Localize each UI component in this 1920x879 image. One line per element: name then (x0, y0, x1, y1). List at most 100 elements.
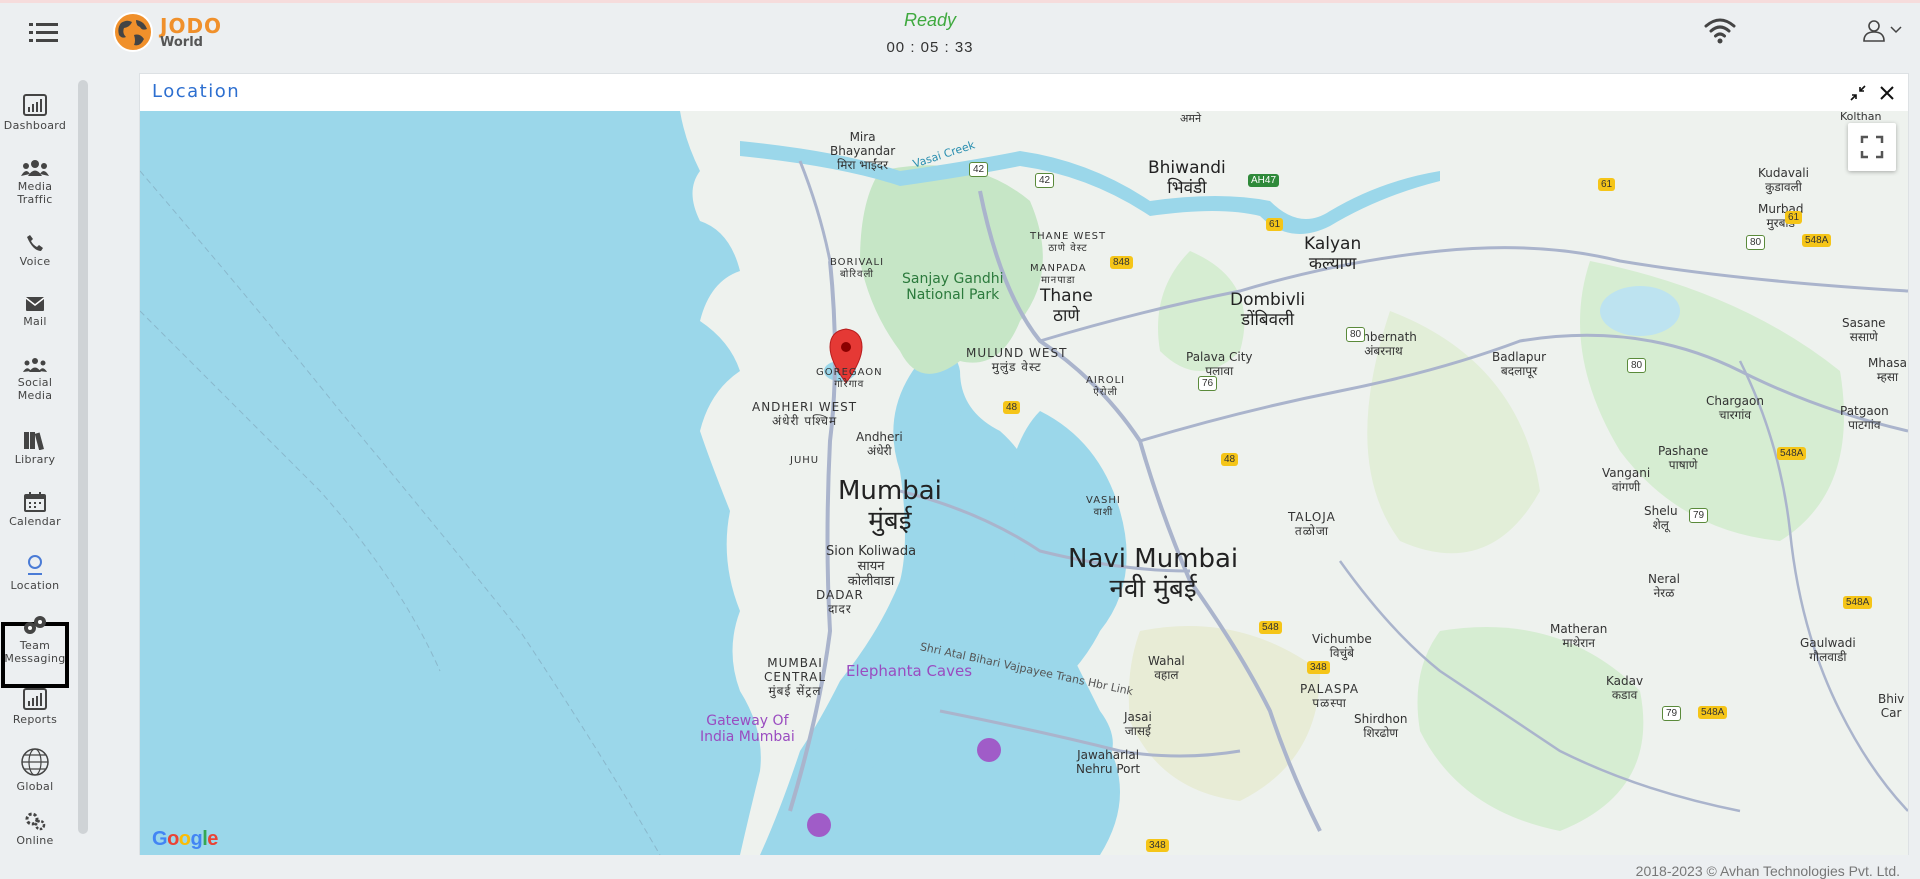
map-label-amane: अमने (1180, 112, 1202, 125)
session-timer: 00 : 05 : 33 (886, 39, 974, 56)
map-label-manpada: MANPADA मानपाडा (1030, 263, 1087, 286)
map-label-patgaon: Patgaon पाटगांव (1840, 404, 1889, 432)
close-icon[interactable] (1878, 84, 1896, 102)
sidebar-label-voice: Voice (19, 255, 51, 268)
team-messaging-icon (24, 616, 46, 634)
google-attribution: Google (152, 828, 218, 850)
road-shield: 48 (1003, 401, 1021, 414)
map-label-thane-west: THANE WEST ठाणे वेस्ट (1030, 231, 1107, 254)
gear-icon (25, 812, 46, 831)
chevron-down-icon (1890, 26, 1902, 34)
road-shield: 76 (1198, 376, 1218, 391)
road-shield: 848 (1110, 256, 1133, 269)
globe-logo-icon (113, 12, 153, 52)
map-label-navi-mumbai: Navi Mumbai नवी मुंबई (1068, 544, 1239, 604)
road-shield: 80 (1627, 358, 1647, 373)
mail-icon (25, 297, 45, 311)
map-label-juhu: JUHU (790, 455, 820, 466)
road-shield: 548A (1698, 706, 1728, 719)
user-menu[interactable] (1862, 18, 1902, 42)
logo-title: JODO (160, 13, 223, 38)
panel-title: Location (152, 81, 241, 102)
map-label-sgnp: Sanjay Gandhi National Park (902, 271, 1004, 304)
sidebar-scrollbar[interactable] (78, 80, 88, 834)
map-label-neral: Neral नेरळ (1648, 572, 1680, 600)
map-label-palaspa: PALASPA पळस्पा (1300, 682, 1360, 710)
map-label-vichumbe: Vichumbe विचुंबे (1312, 632, 1372, 660)
fullscreen-button[interactable] (1848, 123, 1896, 171)
sidebar-label-calendar: Calendar (9, 515, 61, 528)
map-label-mumbai: Mumbai मुंबई (838, 476, 942, 536)
fullscreen-icon (1860, 135, 1884, 159)
map-label-vangani: Vangani वांगणी (1602, 466, 1651, 494)
user-icon (1863, 20, 1885, 42)
sidebar-label-team-messaging: Team Messaging (4, 639, 66, 665)
road-shield: 548 (1259, 621, 1282, 634)
sidebar-item-online[interactable]: Online (0, 811, 70, 847)
sidebar-label-online: Online (16, 834, 54, 847)
map-label-mira: Mira Bhayandar मिरा भाईंदर (830, 130, 896, 172)
phone-icon (27, 235, 43, 251)
map-label-bhiv: Bhiv Car (1878, 692, 1905, 720)
footer-copyright: 2018-2023 © Avhan Technologies Pvt. Ltd. (1635, 863, 1900, 879)
sidebar-item-mail[interactable]: Mail (0, 296, 70, 328)
map-label-mumbai-central: MUMBAI CENTRAL मुंबई सेंट्रल (764, 656, 827, 698)
map-view[interactable]: Mira Bhayandar मिरा भाईंदर Vasai Creek B… (140, 111, 1908, 855)
reports-icon (23, 688, 47, 710)
location-icon (28, 555, 42, 575)
road-shield: 348 (1307, 661, 1330, 674)
road-shield: 548A (1843, 596, 1873, 609)
map-label-matheran: Matheran माथेरान (1550, 622, 1608, 650)
map-label-jawaharlal: Jawaharlal Nehru Port (1076, 748, 1141, 776)
map-label-taloja: TALOJA तळोजा (1288, 510, 1336, 538)
globe-icon (21, 748, 49, 776)
sidebar-item-team-messaging[interactable]: Team Messaging (0, 614, 70, 665)
map-label-mhasa: Mhasa म्हसा (1868, 356, 1907, 384)
sidebar-item-voice[interactable]: Voice (0, 234, 70, 268)
map-label-kudavali: Kudavali कुडावली (1758, 166, 1809, 194)
sidebar-item-calendar[interactable]: Calendar (0, 492, 70, 528)
sidebar-item-media-traffic[interactable]: Media Traffic (0, 159, 70, 206)
road-shield: 61 (1785, 211, 1803, 224)
map-label-sasane: Sasane ससाणे (1842, 316, 1886, 344)
minimize-icon[interactable] (1849, 84, 1867, 102)
road-shield: AH47 (1248, 174, 1280, 187)
map-label-pashane: Pashane पाषाणे (1658, 444, 1709, 472)
road-shield: 548A (1802, 234, 1832, 247)
hamburger-menu-icon[interactable] (27, 19, 61, 47)
app-logo: JODO World (112, 11, 222, 53)
map-label-vashi: VASHI वाशी (1086, 495, 1121, 518)
sidebar-label-mail: Mail (23, 315, 47, 328)
map-label-dombivli: Dombivli डोंबिवली (1230, 290, 1306, 330)
map-label-sion: Sion Koliwada सायन कोलीवाडा (826, 544, 917, 589)
road-shield: 348 (1146, 839, 1169, 852)
map-label-bhiwandi: Bhiwandi भिवंडी (1148, 158, 1226, 198)
road-shield: 61 (1598, 178, 1616, 191)
map-label-jasai: Jasai जासई (1124, 710, 1152, 738)
sidebar-item-reports[interactable]: Reports (0, 688, 70, 726)
sidebar-label-reports: Reports (12, 713, 58, 726)
social-media-icon (23, 358, 47, 372)
map-label-kolthan: Kolthan (1840, 111, 1882, 123)
map-label-palava: Palava City पलावा (1186, 350, 1253, 378)
sidebar-label-location: Location (10, 579, 60, 592)
map-label-andheri-west: ANDHERI WEST अंधेरी पश्चिम (752, 400, 858, 428)
road-shield: 48 (1221, 453, 1239, 466)
sidebar-item-social-media[interactable]: Social Media (0, 357, 70, 402)
sidebar-label-library: Library (14, 453, 56, 466)
sidebar-item-location[interactable]: Location (0, 554, 70, 592)
map-label-goregaon: GOREGAON गोरेगाव (816, 367, 883, 390)
dashboard-icon (23, 94, 47, 116)
sidebar-item-dashboard[interactable]: Dashboard (0, 94, 70, 132)
location-panel: Location Mira Bhayandar मिरा भाईंदर Vasa… (139, 73, 1909, 855)
sidebar-item-library[interactable]: Library (0, 430, 70, 466)
sidebar-label-social-media: Social Media (17, 376, 53, 402)
map-label-shirdhon: Shirdhon शिरढोण (1354, 712, 1408, 740)
map-label-dadar: DADAR दादर (816, 588, 864, 616)
calendar-icon (24, 492, 46, 512)
library-icon (24, 432, 44, 450)
sidebar-label-media-traffic: Media Traffic (17, 180, 53, 206)
road-shield: 80 (1746, 235, 1766, 250)
sidebar-item-global[interactable]: Global (0, 747, 70, 793)
map-label-elephanta: Elephanta Caves (846, 662, 973, 680)
